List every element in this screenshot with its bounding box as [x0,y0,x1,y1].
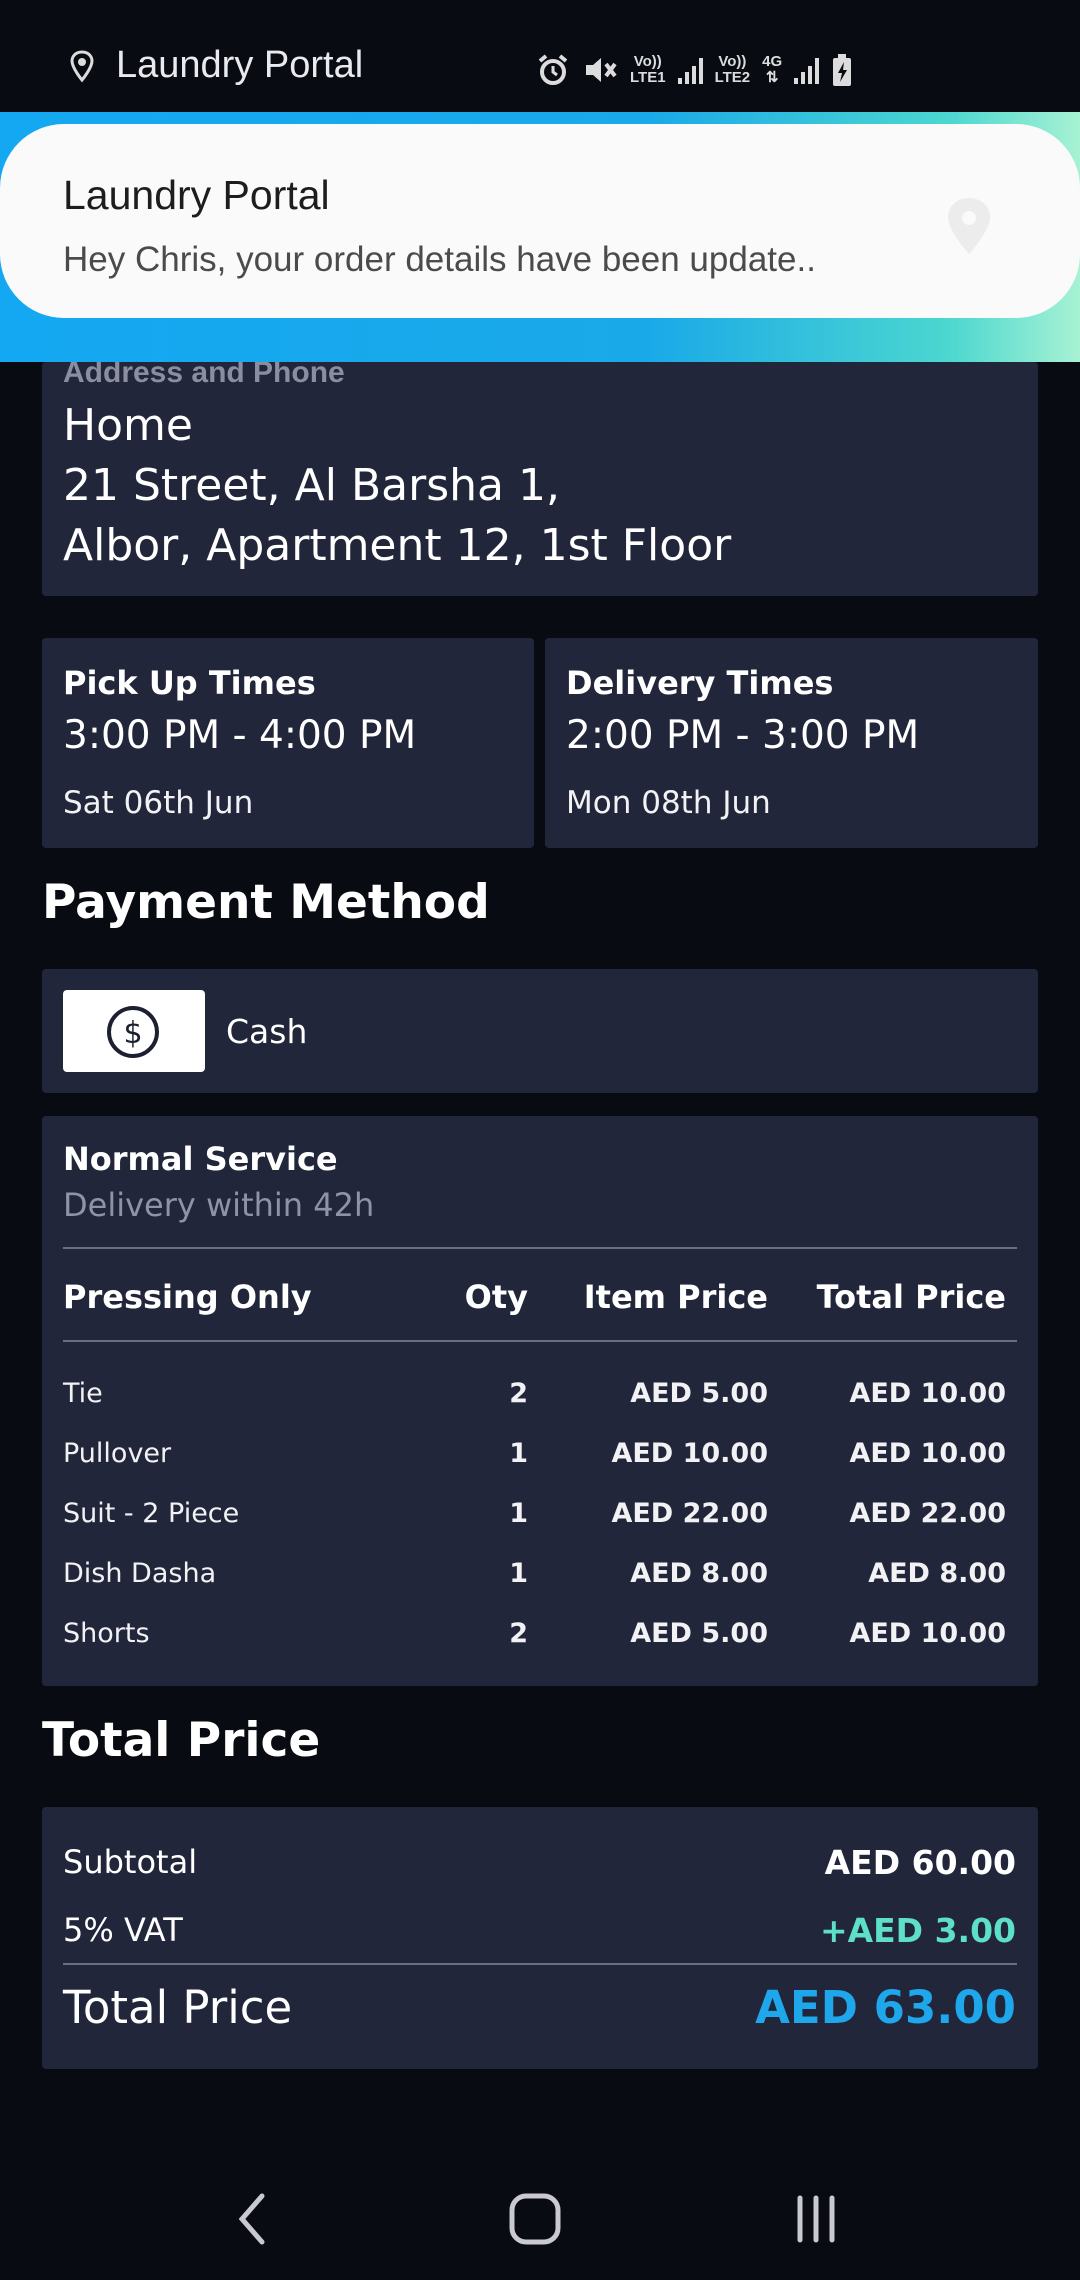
pickup-date: Sat 06th Jun [63,785,254,821]
payment-method-title: Payment Method [42,875,490,930]
svg-text:$: $ [123,1016,142,1051]
address-line-1: Home [63,400,193,451]
subtotal-value: AED 60.00 [824,1843,1016,1882]
item-total-price: AED 10.00 [849,1618,1006,1649]
column-header-service: Pressing Only [63,1278,312,1316]
item-total-price: AED 22.00 [849,1498,1006,1529]
divider [63,1963,1017,1965]
recents-bars-icon[interactable] [794,2194,838,2244]
divider [63,1340,1017,1342]
battery-charging-icon [833,54,852,86]
location-pin-icon [948,198,990,254]
location-pin-icon [70,50,94,83]
item-name: Suit - 2 Piece [63,1498,240,1529]
status-icons: Vo)) LTE1 Vo)) LTE2 4G ⇅ [536,50,853,90]
volte-lte1-icon: Vo)) LTE1 [630,53,666,86]
item-total-price: AED 10.00 [849,1438,1006,1469]
payment-method-label: Cash [226,1012,308,1051]
column-header-total-price: Total Price [816,1278,1006,1316]
signal-icon [794,56,820,84]
signal-icon [677,56,703,84]
pickup-heading: Pick Up Times [63,664,316,702]
item-total-price: AED 8.00 [868,1558,1006,1589]
vat-value: +AED 3.00 [819,1911,1016,1950]
item-total-price: AED 10.00 [849,1378,1006,1409]
item-name: Shorts [63,1618,150,1649]
delivery-time-range: 2:00 PM - 3:00 PM [566,713,920,758]
delivery-heading: Delivery Times [566,664,834,702]
home-rounded-square-icon[interactable] [508,2192,562,2246]
item-name: Tie [63,1378,103,1409]
status-app-title: Laundry Portal [116,44,364,86]
item-qty: 2 [509,1378,528,1409]
item-price: AED 5.00 [630,1378,768,1409]
notification-app-name: Laundry Portal [63,172,330,218]
item-qty: 1 [509,1498,528,1529]
column-header-item-price: Item Price [583,1278,768,1316]
item-price: AED 22.00 [611,1498,768,1529]
item-price: AED 8.00 [630,1558,768,1589]
pickup-time-range: 3:00 PM - 4:00 PM [63,713,417,758]
dollar-circle-icon: $ [107,1006,159,1058]
volte-lte2-icon: Vo)) LTE2 [714,53,751,86]
notification-card[interactable] [0,124,1080,318]
navigation-bar [0,2160,1080,2280]
notification-message: Hey Chris, your order details have been … [63,240,816,279]
item-price: AED 5.00 [630,1618,768,1649]
grand-total-label: Total Price [63,1981,293,2034]
delivery-date: Mon 08th Jun [566,785,771,821]
back-chevron-icon[interactable] [236,2190,268,2248]
alarm-icon [538,54,568,85]
status-bar: Laundry Portal Vo)) LTE1 Vo)) LTE2 4G ⇅ [0,0,1080,112]
total-price-title: Total Price [42,1713,321,1768]
item-qty: 1 [509,1438,528,1469]
address-line-2: 21 Street, Al Barsha 1, [63,460,560,511]
service-name: Normal Service [63,1140,338,1178]
address-line-3: Albor, Apartment 12, 1st Floor [63,520,732,571]
service-subtitle: Delivery within 42h [63,1186,375,1224]
item-qty: 1 [509,1558,528,1589]
item-price: AED 10.00 [611,1438,768,1469]
item-name: Pullover [63,1438,172,1469]
4g-icon: 4G ⇅ [762,53,783,86]
subtotal-label: Subtotal [63,1843,198,1881]
item-name: Dish Dasha [63,1558,217,1589]
divider [63,1247,1017,1249]
column-header-qty: Oty [464,1278,528,1316]
item-qty: 2 [509,1618,528,1649]
mute-icon [586,58,617,82]
vat-label: 5% VAT [63,1911,183,1949]
grand-total-value: AED 63.00 [755,1981,1016,2034]
